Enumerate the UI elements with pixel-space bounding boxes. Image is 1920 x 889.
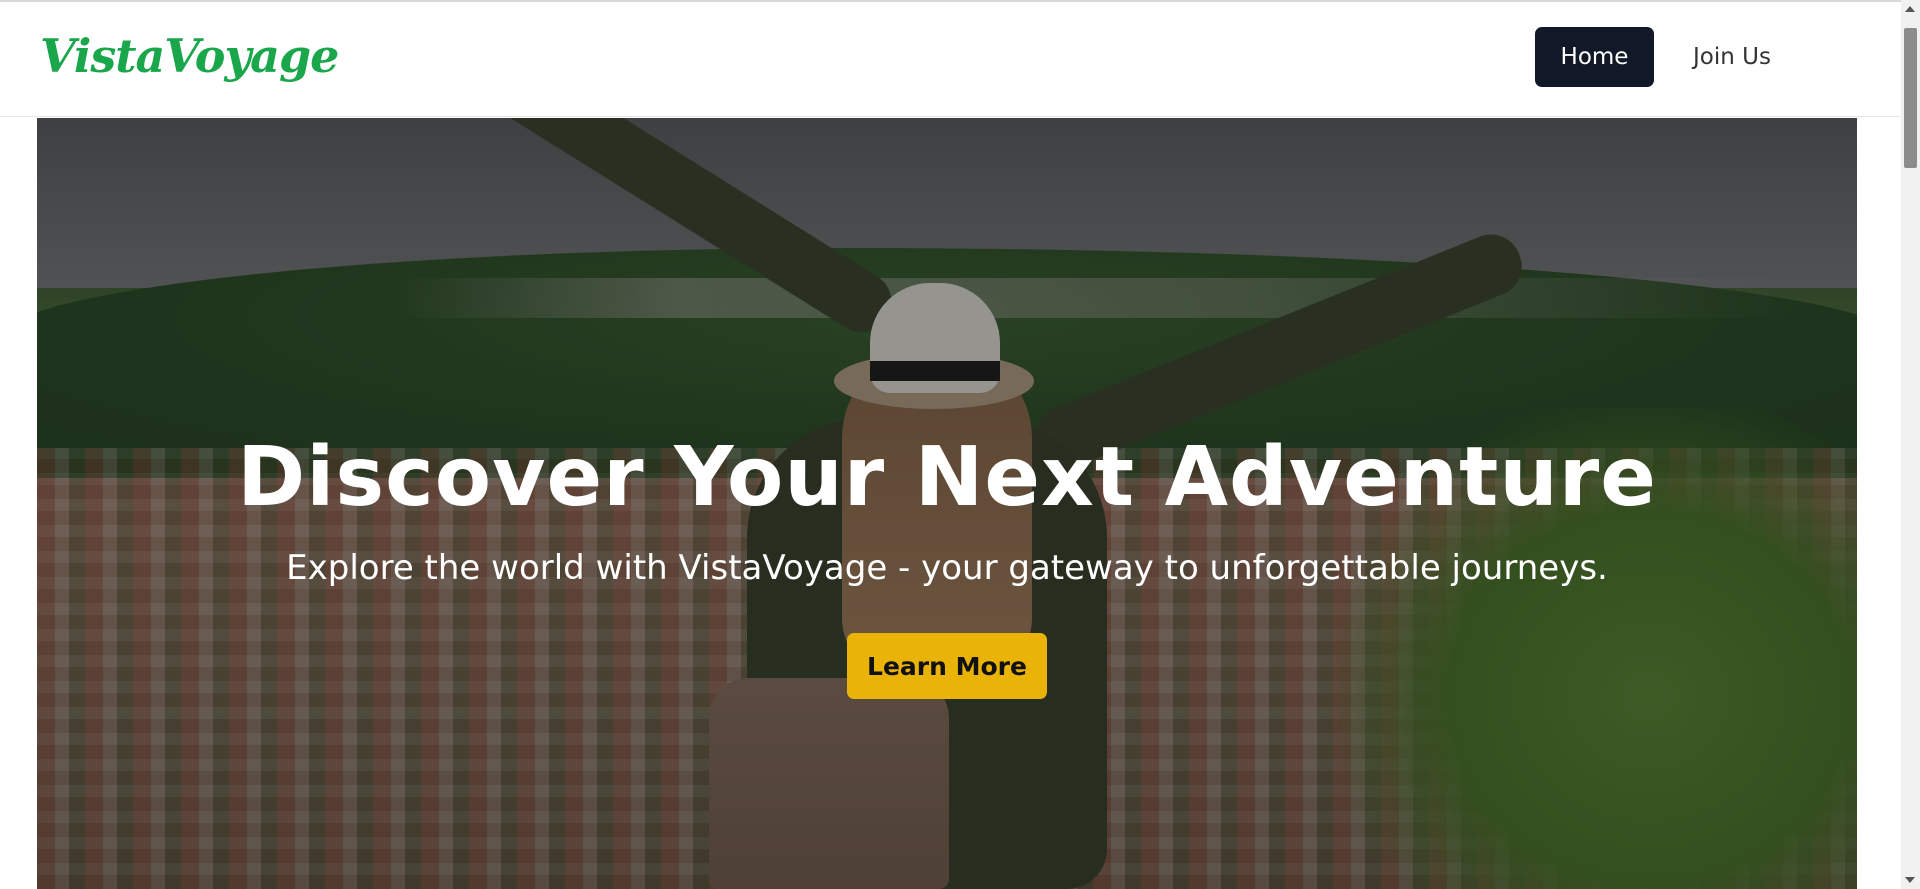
learn-more-button[interactable]: Learn More: [847, 633, 1047, 699]
hero-section: Discover Your Next Adventure Explore the…: [37, 118, 1857, 889]
scroll-down-arrow-icon[interactable]: [1905, 877, 1915, 883]
scrollbar-thumb[interactable]: [1904, 28, 1917, 168]
hero-title: Discover Your Next Adventure: [237, 430, 1657, 525]
nav-join-us-link[interactable]: Join Us: [1672, 27, 1792, 87]
brand-logo[interactable]: VistaVoyage: [40, 26, 339, 86]
site-header: VistaVoyage Home Join Us: [0, 2, 1901, 117]
nav-home-link[interactable]: Home: [1535, 27, 1654, 87]
page-scrollbar[interactable]: [1901, 0, 1920, 889]
hero-subtitle: Explore the world with VistaVoyage - you…: [286, 548, 1608, 588]
scroll-up-arrow-icon[interactable]: [1905, 6, 1915, 12]
